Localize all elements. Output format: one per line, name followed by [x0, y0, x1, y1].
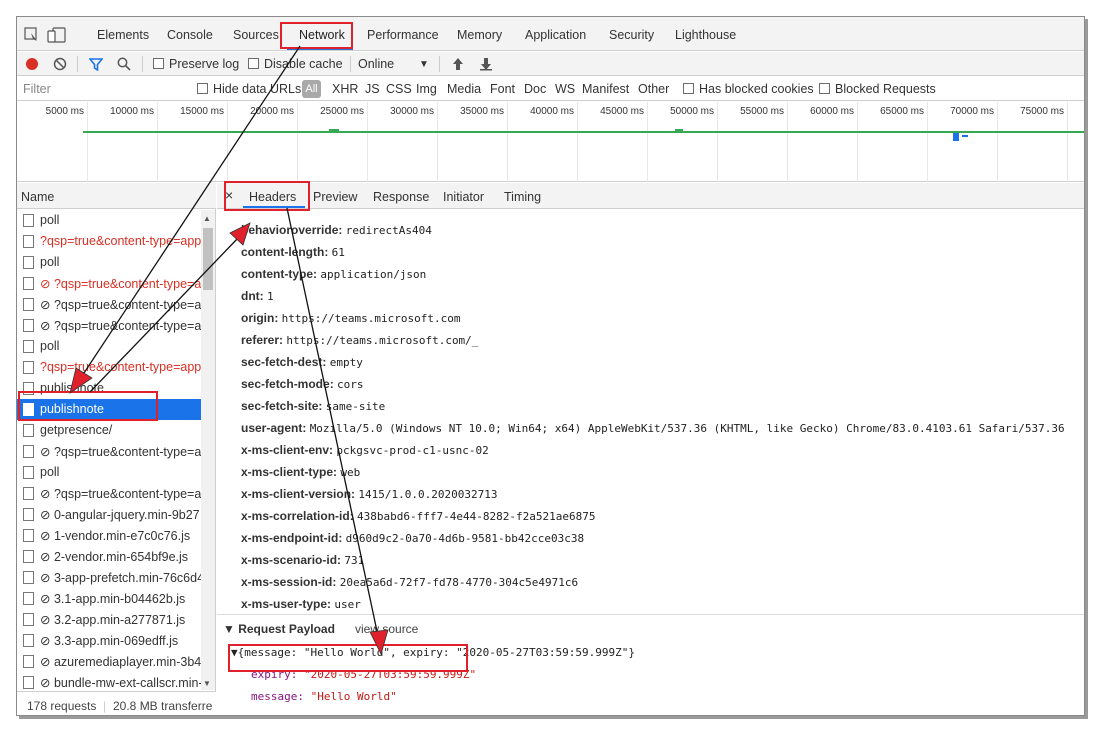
arrow-headers-to-payload [286, 207, 379, 637]
arrow-head [229, 222, 251, 246]
arrow-head [69, 367, 93, 394]
arrow-publishnote-to-headers [89, 236, 240, 393]
arrow-network-to-publishnote [81, 45, 301, 377]
annotation-arrows [69, 45, 389, 656]
arrow-head [369, 629, 389, 656]
